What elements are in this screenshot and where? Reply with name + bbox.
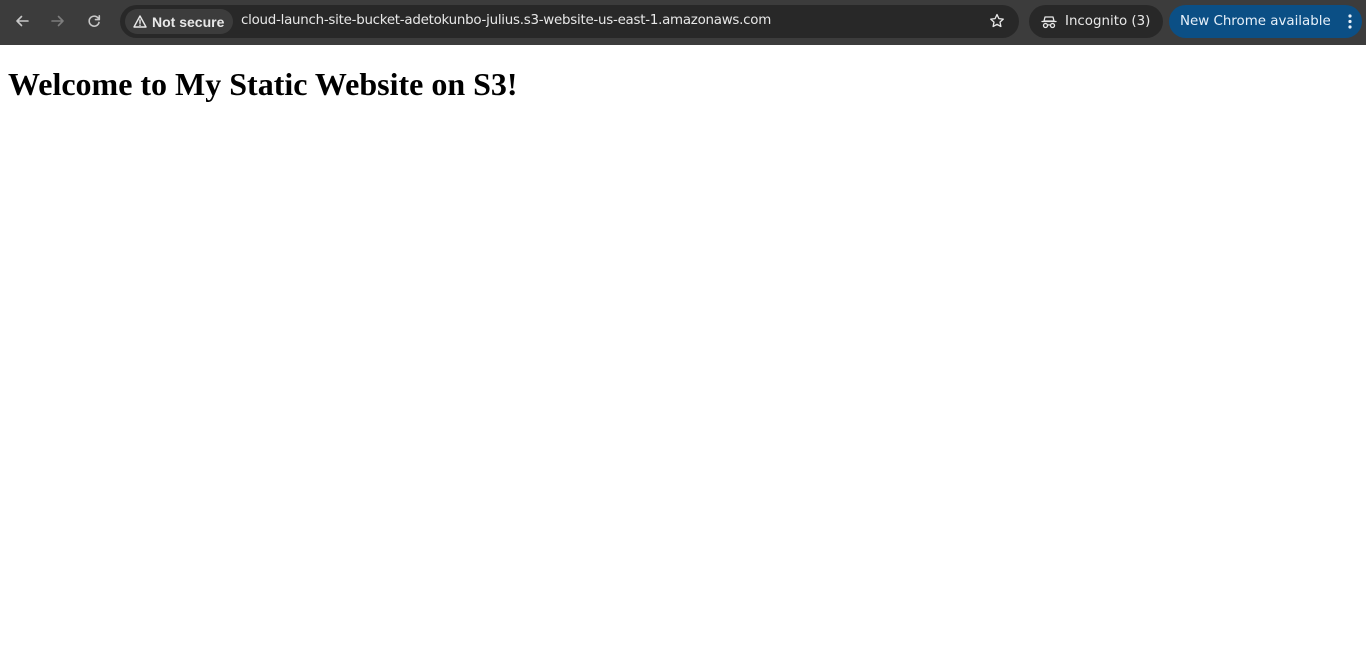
update-label: New Chrome available bbox=[1180, 14, 1331, 29]
security-indicator[interactable]: Not secure bbox=[125, 9, 233, 34]
reload-icon bbox=[88, 15, 101, 27]
new-chrome-available-button[interactable]: New Chrome available bbox=[1169, 5, 1362, 38]
warning-triangle-icon bbox=[133, 15, 147, 28]
back-button[interactable] bbox=[6, 6, 38, 36]
reload-button[interactable] bbox=[78, 6, 110, 36]
url-text[interactable]: cloud-launch-site-bucket-adetokunbo-juli… bbox=[241, 13, 771, 28]
security-label: Not secure bbox=[152, 13, 225, 30]
forward-button[interactable] bbox=[42, 6, 74, 36]
arrow-right-icon bbox=[51, 15, 64, 27]
incognito-label: Incognito (3) bbox=[1065, 14, 1151, 29]
address-bar[interactable]: Not secure cloud-launch-site-bucket-adet… bbox=[120, 5, 1019, 38]
page-heading: Welcome to My Static Website on S3! bbox=[8, 66, 518, 102]
kebab-menu-icon[interactable] bbox=[1348, 14, 1352, 29]
browser-toolbar: Not secure cloud-launch-site-bucket-adet… bbox=[0, 0, 1366, 45]
arrow-left-icon bbox=[16, 15, 29, 27]
incognito-button[interactable]: Incognito (3) bbox=[1029, 5, 1163, 38]
incognito-icon bbox=[1041, 15, 1057, 28]
star-icon[interactable] bbox=[989, 13, 1005, 29]
page-content: Welcome to My Static Website on S3! bbox=[0, 45, 1366, 663]
